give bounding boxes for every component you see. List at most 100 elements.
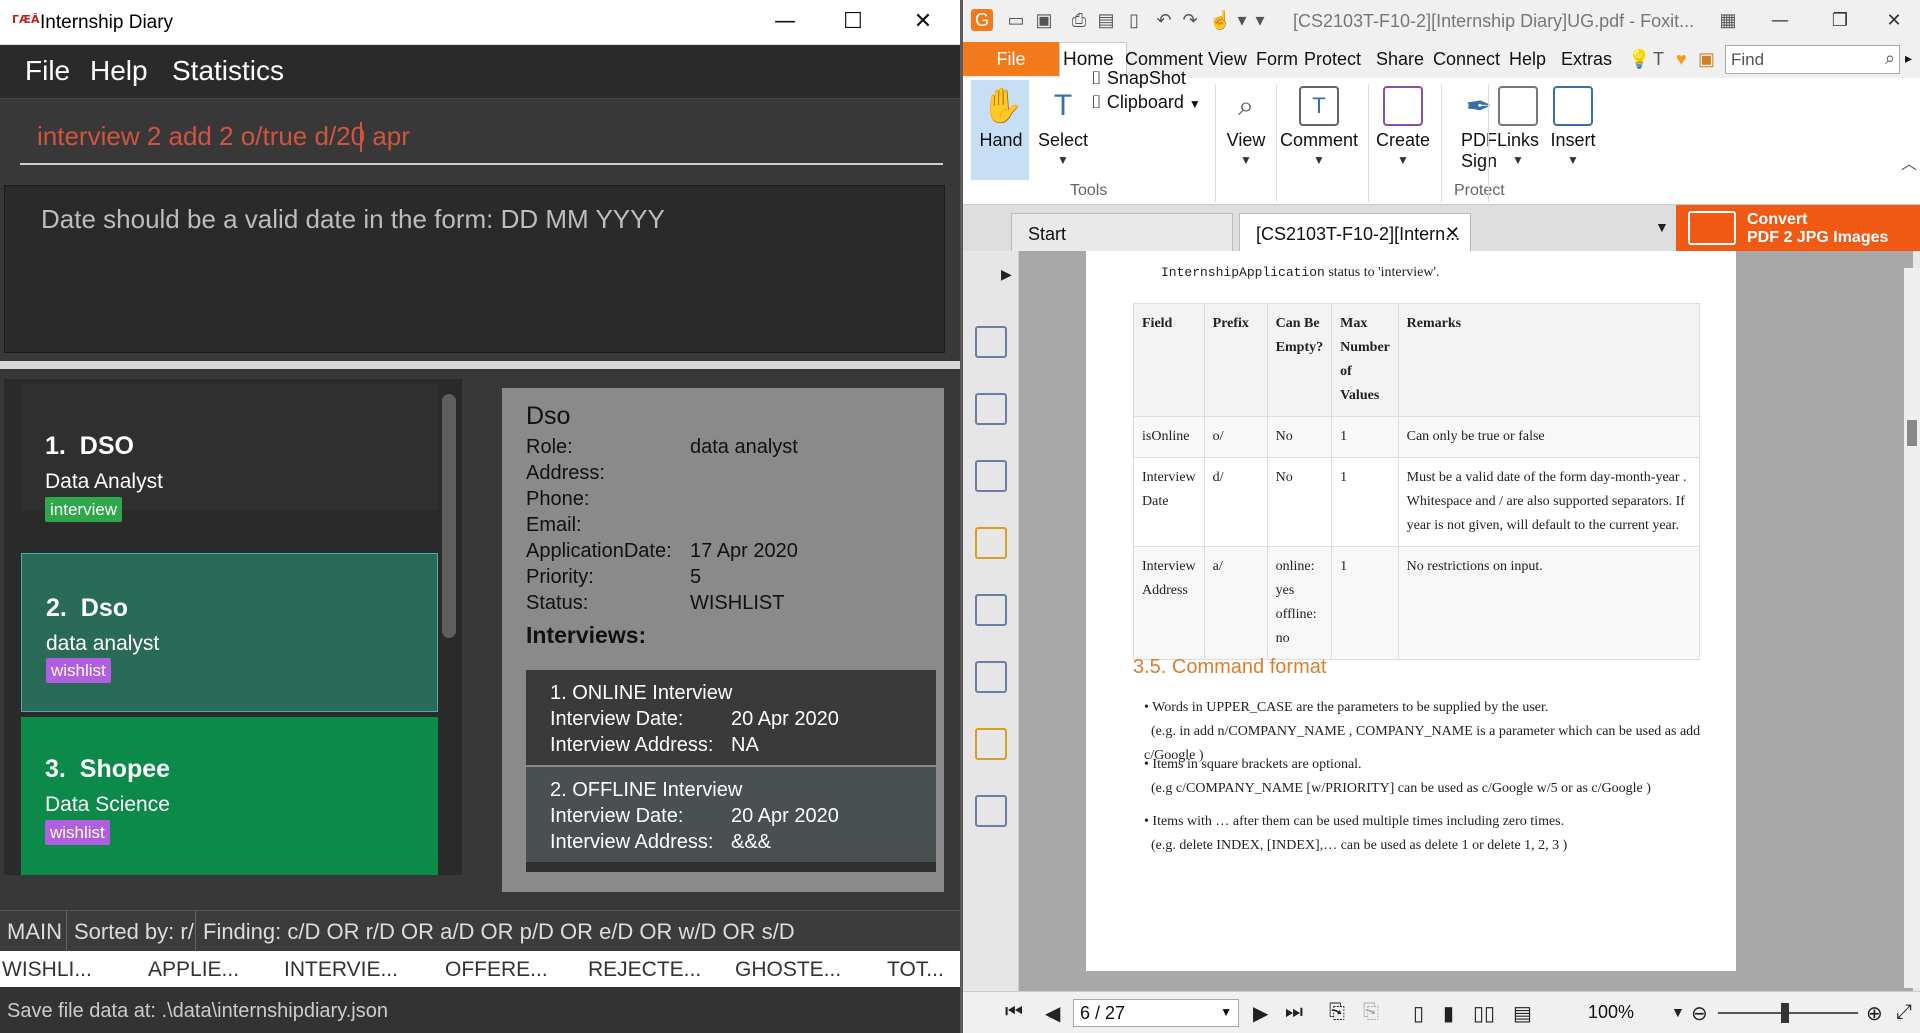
tab-view[interactable]: View — [1208, 49, 1247, 70]
convert-pdf-button[interactable]: Convert PDF 2 JPG Images — [1676, 205, 1920, 251]
interview-title: 2. OFFLINE Interview — [550, 779, 743, 801]
previous-page-icon[interactable]: ◀ — [1045, 1001, 1060, 1026]
bookmark-icon[interactable] — [975, 460, 1007, 492]
scroll-thumb[interactable] — [1907, 420, 1917, 446]
page-number-input[interactable]: 6 / 27 ▼ — [1073, 999, 1239, 1027]
tab-extras[interactable]: Extras — [1561, 49, 1612, 70]
command-box[interactable]: interview 2 add 2 o/true d/20 apr — [0, 99, 960, 183]
layers-icon[interactable] — [975, 393, 1007, 425]
attachment-icon[interactable] — [975, 594, 1007, 626]
close-button[interactable]: ✕ — [1874, 6, 1914, 36]
continuous-facing-icon[interactable]: ▤ — [1513, 1001, 1532, 1026]
zoom-out-icon[interactable]: ⊖ — [1691, 1001, 1708, 1026]
create-button[interactable]: Create ▼ — [1371, 86, 1435, 167]
next-view-icon[interactable]: ⎘ — [1363, 1001, 1379, 1024]
interview-card[interactable]: 2. OFFLINE Interview Interview Date: 20 … — [526, 767, 936, 862]
print-icon[interactable]: ⎙ — [1068, 9, 1090, 31]
menu-help[interactable]: Help — [90, 55, 148, 87]
minimize-button[interactable]: — — [1760, 6, 1800, 36]
chevron-down-icon[interactable]: ▼ — [1671, 1004, 1685, 1020]
signature-icon[interactable] — [975, 661, 1007, 693]
list-item-selected[interactable]: 2. Dso data analyst wishlist — [21, 553, 438, 712]
lightbulb-icon[interactable]: 💡 — [1628, 49, 1650, 70]
hand-tool-icon[interactable]: ☝ — [1209, 9, 1231, 31]
tab-list-icon[interactable]: ▼ — [1655, 219, 1669, 235]
search-icon[interactable]: ⌕ — [1885, 48, 1895, 69]
save-icon[interactable]: ▣ — [1033, 9, 1055, 31]
list-item[interactable]: 3. Shopee Data Science wishlist — [21, 717, 438, 875]
scroll-right-icon[interactable]: ▸ — [1905, 50, 1912, 67]
insert-button[interactable]: Insert ▼ — [1543, 86, 1603, 167]
foxit-reader-window: G ▭ ▣ ⎙ ▤ ▯ ↶ ↷ ☝ ▾ ▾ [CS2103T-F10-2][In… — [963, 0, 1920, 1033]
zoom-in-icon[interactable]: ⊕ — [1866, 1001, 1883, 1026]
detail-value: WISHLIST — [690, 592, 785, 614]
first-page-icon[interactable]: ⏮ — [1005, 1001, 1023, 1024]
undo-icon[interactable]: ↶ — [1153, 9, 1175, 31]
redo-icon[interactable]: ↷ — [1179, 9, 1201, 31]
zoom-slider-knob[interactable] — [1781, 1003, 1789, 1023]
tab-start[interactable]: Start — [1011, 213, 1233, 251]
menu-file[interactable]: File — [25, 55, 70, 87]
count-applied: APPLIE... — [148, 958, 240, 981]
group-separator — [1488, 84, 1489, 202]
chevron-down-icon[interactable]: ▼ — [1220, 1005, 1232, 1019]
comment-button[interactable]: T Comment ▼ — [1273, 86, 1365, 167]
previous-view-icon[interactable]: ⎘ — [1329, 1001, 1345, 1024]
command-input[interactable]: interview 2 add 2 o/true d/20 apr — [37, 121, 410, 152]
maximize-button[interactable]: ☐ — [828, 6, 878, 38]
expand-pane-icon[interactable]: ▶ — [1001, 266, 1012, 283]
pages-icon[interactable] — [975, 326, 1007, 358]
tab-comment[interactable]: Comment — [1125, 49, 1203, 70]
document-viewport[interactable]: InternshipApplication status to 'intervi… — [1019, 251, 1913, 991]
open-icon[interactable]: ▭ — [1005, 9, 1027, 31]
links-button[interactable]: Links ▼ — [1491, 86, 1545, 167]
internship-diary-window: ΓÆÂ Internship Diary — ☐ ✕ File Help Sta… — [0, 0, 960, 1033]
text-icon[interactable]: T — [1653, 49, 1664, 70]
collapse-ribbon-icon[interactable]: ︿ — [1901, 150, 1917, 174]
vertical-scrollbar[interactable] — [1904, 268, 1920, 988]
close-button[interactable]: ✕ — [898, 6, 948, 38]
customize-icon[interactable]: ▾ — [1249, 9, 1271, 31]
scan-icon[interactable]: ▤ — [1095, 9, 1117, 31]
detail-value: 5 — [690, 566, 702, 588]
chevron-down-icon: ▼ — [1240, 153, 1252, 167]
interview-card[interactable]: 1. ONLINE Interview Interview Date: 20 A… — [526, 670, 936, 765]
tab-form[interactable]: Form — [1256, 49, 1298, 70]
continuous-page-icon[interactable]: ▮ — [1443, 1001, 1454, 1026]
tab-protect[interactable]: Protect — [1304, 49, 1361, 70]
lock-icon[interactable] — [975, 728, 1007, 760]
last-page-icon[interactable]: ⏭ — [1285, 1001, 1303, 1024]
fit-icon[interactable]: ⤢ — [1896, 1001, 1912, 1024]
list-scrollbar[interactable] — [442, 394, 456, 638]
list-item[interactable]: 1. DSO Data Analyst interview — [21, 384, 438, 522]
facing-page-icon[interactable]: ▯▯ — [1473, 1001, 1495, 1026]
zoom-level[interactable]: 100% — [1588, 1002, 1634, 1023]
tab-share[interactable]: Share — [1376, 49, 1424, 70]
folder-search-icon[interactable]: ▣ — [1698, 49, 1715, 70]
tab-help[interactable]: Help — [1509, 49, 1546, 70]
next-page-icon[interactable]: ▶ — [1253, 1001, 1268, 1026]
new-icon[interactable]: ▯ — [1123, 9, 1145, 31]
tools-icon[interactable] — [975, 795, 1007, 827]
clipboard-icon: ⌷ — [1091, 92, 1102, 112]
hand-button[interactable]: ✋ Hand — [973, 86, 1029, 151]
view-button[interactable]: ⌕ View ▼ — [1220, 86, 1272, 167]
menu-statistics[interactable]: Statistics — [172, 55, 284, 87]
comments-icon[interactable] — [975, 527, 1007, 559]
layout-icon[interactable]: ▦ — [1717, 9, 1739, 31]
tab-file[interactable]: File — [963, 42, 1059, 76]
find-input[interactable]: Find ⌕ — [1725, 45, 1900, 74]
split-divider[interactable] — [0, 361, 960, 369]
status-separator — [195, 911, 196, 951]
close-tab-icon[interactable]: ✕ — [1445, 223, 1460, 244]
minimize-button[interactable]: — — [760, 6, 810, 38]
save-location-bar: Save file data at: .\data\internshipdiar… — [0, 987, 960, 1033]
heart-icon[interactable]: ♥ — [1676, 49, 1687, 70]
tab-document[interactable]: [CS2103T-F10-2][Intern... ✕ — [1239, 213, 1471, 251]
card-title: 1. DSO — [45, 432, 134, 460]
single-page-icon[interactable]: ▯ — [1413, 1001, 1424, 1026]
view-label: View — [1226, 130, 1266, 150]
select-button[interactable]: T Select ▼ — [1033, 86, 1093, 167]
restore-button[interactable]: ❐ — [1820, 6, 1860, 36]
tab-connect[interactable]: Connect — [1433, 49, 1500, 70]
